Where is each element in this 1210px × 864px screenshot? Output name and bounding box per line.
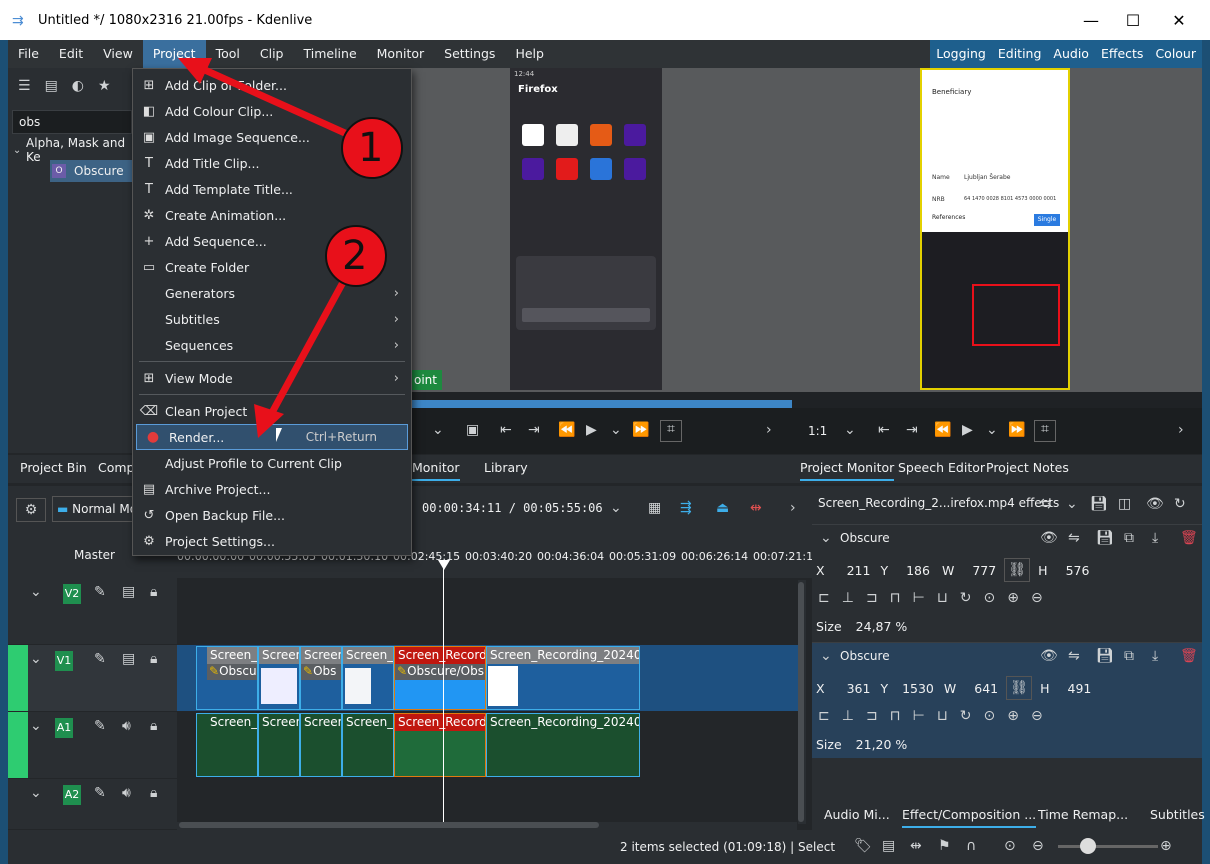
- annotation-overlay: [178, 58, 403, 438]
- annotation-arrow-2: [264, 260, 358, 422]
- annotation-arrowhead-2: [254, 404, 284, 438]
- annotation-number-2: 2: [342, 233, 368, 279]
- annotation-arrow-1: [194, 62, 358, 142]
- annotation-number-1: 1: [358, 125, 384, 171]
